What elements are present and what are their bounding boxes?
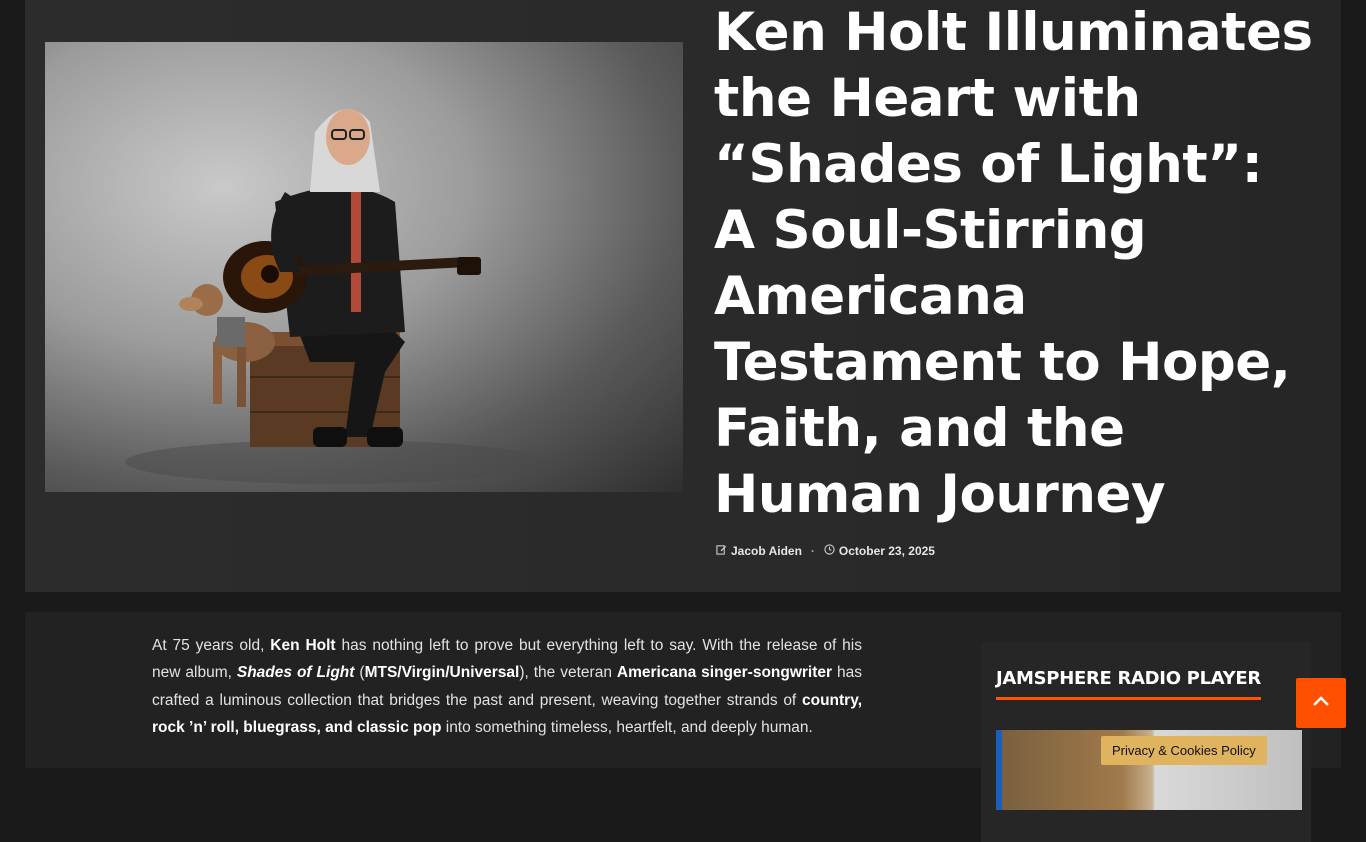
intro-genre-role: Americana singer-songwriter <box>616 664 833 682</box>
post-meta: Jacob Aiden · October 23, 2025 <box>716 544 935 558</box>
intro-artist-name: Ken Holt <box>270 637 336 654</box>
clock-icon <box>824 544 835 558</box>
widget-title: JAMSPHERE RADIO PLAYER <box>996 668 1261 700</box>
chevron-up-icon <box>1312 694 1330 712</box>
article-intro: At 75 years old, Ken Holt has nothing le… <box>152 632 862 741</box>
post-date[interactable]: October 23, 2025 <box>839 544 935 558</box>
article-title: Ken Holt Illuminates the Heart with “Sha… <box>714 2 1313 525</box>
intro-album-title: Shades of Light <box>236 664 355 682</box>
cookie-policy-button[interactable]: Privacy & Cookies Policy <box>1101 736 1267 765</box>
meta-separator: · <box>810 544 815 558</box>
featured-image[interactable] <box>45 42 683 492</box>
author-link[interactable]: Jacob Aiden <box>731 544 802 558</box>
scroll-to-top-button[interactable] <box>1296 678 1346 728</box>
edit-icon <box>716 544 727 558</box>
intro-text: At 75 years old, <box>152 637 271 654</box>
intro-text: ( <box>354 664 365 682</box>
intro-label: MTS/Virgin/Universal <box>364 664 520 682</box>
intro-text: ), the veteran <box>519 664 617 682</box>
musician-photo <box>125 109 545 484</box>
intro-text: into something timeless, heartfelt, and … <box>441 718 813 736</box>
hero-section: Ken Holt Illuminates the Heart with “Sha… <box>25 0 1341 592</box>
